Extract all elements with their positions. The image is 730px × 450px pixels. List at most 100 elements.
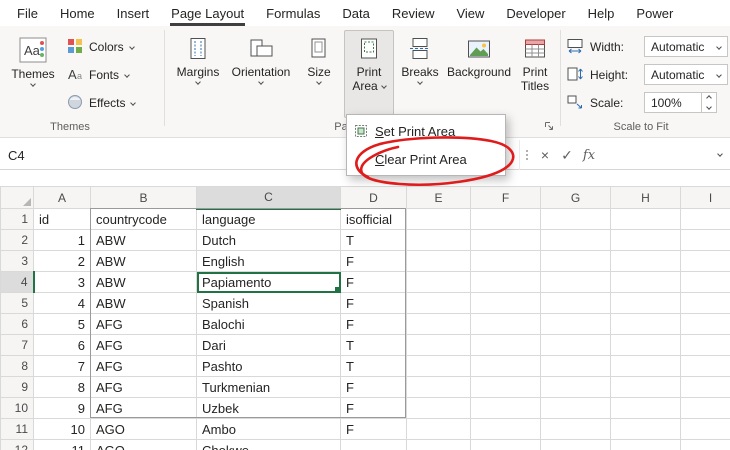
cell-A12[interactable]: 11 [34,440,91,450]
cell-E8[interactable] [407,356,471,377]
name-box-resize-handle[interactable] [526,150,528,160]
column-header-C[interactable]: C [197,187,341,209]
menu-tab-page-layout[interactable]: Page Layout [160,0,255,26]
cell-B5[interactable]: ABW [91,293,197,314]
row-header-3[interactable]: 3 [1,251,34,272]
spinner-up-button[interactable] [702,93,716,103]
cell-A9[interactable]: 8 [34,377,91,398]
cell-G5[interactable] [541,293,611,314]
menu-tab-review[interactable]: Review [381,0,446,26]
cell-B2[interactable]: ABW [91,230,197,251]
column-header-F[interactable]: F [471,187,541,209]
cell-H9[interactable] [611,377,681,398]
row-header-6[interactable]: 6 [1,314,34,335]
cell-H1[interactable] [611,209,681,230]
enter-button[interactable]: ✓ [556,140,578,170]
cell-A7[interactable]: 6 [34,335,91,356]
cell-E9[interactable] [407,377,471,398]
cell-I11[interactable] [681,419,730,440]
cell-D8[interactable]: T [341,356,407,377]
cell-I6[interactable] [681,314,730,335]
row-header-1[interactable]: 1 [1,209,34,230]
cell-G6[interactable] [541,314,611,335]
cell-D11[interactable]: F [341,419,407,440]
cell-A6[interactable]: 5 [34,314,91,335]
fonts-button[interactable]: Aa Fonts [62,64,134,86]
cell-A8[interactable]: 7 [34,356,91,377]
cell-I12[interactable] [681,440,730,450]
cell-D4[interactable]: F [341,272,407,293]
scale-input[interactable]: 100% [644,92,702,113]
cell-E10[interactable] [407,398,471,419]
menu-tab-help[interactable]: Help [577,0,626,26]
background-button[interactable]: Background [446,30,512,118]
menu-tab-formulas[interactable]: Formulas [255,0,331,26]
cell-H7[interactable] [611,335,681,356]
margins-button[interactable]: Margins [170,30,226,118]
cell-C8[interactable]: Pashto [197,356,341,377]
cell-I5[interactable] [681,293,730,314]
menu-item-clear-print-area[interactable]: Clear Print Area [347,145,505,173]
cell-A10[interactable]: 9 [34,398,91,419]
row-header-9[interactable]: 9 [1,377,34,398]
cell-H3[interactable] [611,251,681,272]
cell-D12[interactable] [341,440,407,450]
menu-tab-insert[interactable]: Insert [106,0,161,26]
cell-E11[interactable] [407,419,471,440]
row-header-4[interactable]: 4 [1,272,34,293]
cell-G7[interactable] [541,335,611,356]
menu-tab-file[interactable]: File [6,0,49,26]
cell-G3[interactable] [541,251,611,272]
cell-D1[interactable]: isofficial [341,209,407,230]
cell-A11[interactable]: 10 [34,419,91,440]
cell-B3[interactable]: ABW [91,251,197,272]
cell-G4[interactable] [541,272,611,293]
cell-B6[interactable]: AFG [91,314,197,335]
menu-item-set-print-area[interactable]: Set Print Area [347,117,505,145]
cell-C4[interactable]: Papiamento [197,272,341,293]
cell-B8[interactable]: AFG [91,356,197,377]
cell-H12[interactable] [611,440,681,450]
cell-I10[interactable] [681,398,730,419]
cell-G10[interactable] [541,398,611,419]
cell-F8[interactable] [471,356,541,377]
cell-F10[interactable] [471,398,541,419]
cell-E2[interactable] [407,230,471,251]
cell-C2[interactable]: Dutch [197,230,341,251]
cell-C3[interactable]: English [197,251,341,272]
cell-D10[interactable]: F [341,398,407,419]
cell-F5[interactable] [471,293,541,314]
cell-F3[interactable] [471,251,541,272]
row-header-7[interactable]: 7 [1,335,34,356]
cell-I8[interactable] [681,356,730,377]
cell-I2[interactable] [681,230,730,251]
cell-H2[interactable] [611,230,681,251]
cell-F2[interactable] [471,230,541,251]
cell-B12[interactable]: AGO [91,440,197,450]
cell-C6[interactable]: Balochi [197,314,341,335]
cancel-button[interactable]: × [534,140,556,170]
cell-B11[interactable]: AGO [91,419,197,440]
cell-C11[interactable]: Ambo [197,419,341,440]
formula-bar-expand-icon[interactable] [717,151,723,157]
cell-F1[interactable] [471,209,541,230]
effects-button[interactable]: Effects [62,92,140,114]
cell-I9[interactable] [681,377,730,398]
cell-F11[interactable] [471,419,541,440]
orientation-button[interactable]: Orientation [228,30,294,118]
cell-C1[interactable]: language [197,209,341,230]
insert-function-button[interactable]: fx [578,140,600,170]
cell-E7[interactable] [407,335,471,356]
cell-C12[interactable]: Chokwe [197,440,341,450]
cell-F12[interactable] [471,440,541,450]
scale-spinner[interactable] [702,92,717,113]
cell-H10[interactable] [611,398,681,419]
row-header-5[interactable]: 5 [1,293,34,314]
cell-C10[interactable]: Uzbek [197,398,341,419]
cell-E12[interactable] [407,440,471,450]
cell-E3[interactable] [407,251,471,272]
cell-G9[interactable] [541,377,611,398]
size-button[interactable]: Size [296,30,342,118]
cell-C7[interactable]: Dari [197,335,341,356]
height-dropdown[interactable]: Automatic [644,64,728,85]
